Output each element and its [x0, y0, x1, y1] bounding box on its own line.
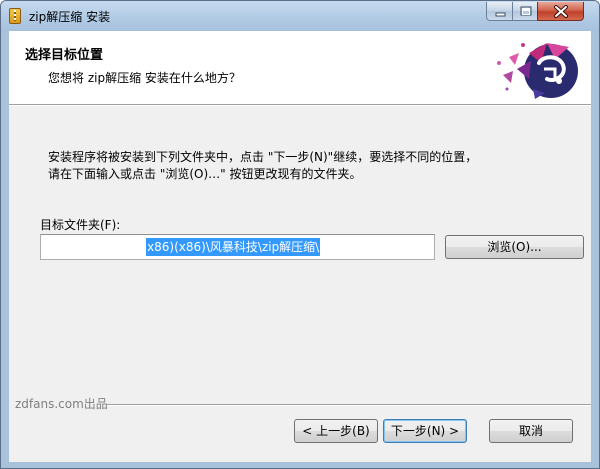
close-button[interactable] — [537, 2, 584, 21]
folder-label: 目标文件夹(F): — [40, 218, 121, 232]
folder-path-prefix: C:\Program Files — [45, 240, 147, 254]
maximize-icon — [520, 6, 532, 16]
cancel-button[interactable]: 取消 — [489, 419, 573, 443]
minimize-button[interactable] — [486, 2, 513, 21]
title-bar[interactable]: zip解压缩 安装 — [1, 1, 599, 31]
header-separator — [9, 105, 591, 106]
browse-button[interactable]: 浏览(O)... — [445, 235, 584, 259]
installer-window: zip解压缩 安装 选择目标位置 您想将 zip解压缩 安装在什么地方？ 安装程… — [0, 0, 600, 469]
wizard-header: 选择目标位置 您想将 zip解压缩 安装在什么地方？ — [9, 31, 591, 105]
next-button[interactable]: 下一步(N) > — [383, 419, 467, 443]
client-area: 选择目标位置 您想将 zip解压缩 安装在什么地方？ 安装程序将被安装到下列文件 — [9, 31, 591, 462]
instruction-line: 安装程序将被安装到下列文件夹中，点击 "下一步(N)"继续，要选择不同的位置， — [48, 150, 478, 164]
zip-archive-icon — [9, 8, 21, 24]
back-button[interactable]: < 上一步(B) — [294, 419, 378, 443]
window-title: zip解压缩 安装 — [29, 10, 111, 24]
close-icon — [554, 5, 568, 18]
page-title: 选择目标位置 — [25, 48, 104, 63]
maximize-button[interactable] — [512, 2, 538, 21]
minimize-icon — [495, 12, 506, 17]
brand-text: zdfans.com出品 — [15, 397, 108, 411]
footer-divider — [107, 404, 591, 406]
installer-logo-icon — [497, 43, 578, 99]
folder-path-input[interactable]: C:\Program Files x86)(x86)\风暴科技\zip解压缩\ — [40, 234, 435, 260]
instruction-line: 请在下面输入或点击 "浏览(O)…" 按钮更改现有的文件夹。 — [48, 167, 362, 181]
instruction-text: 安装程序将被安装到下列文件夹中，点击 "下一步(N)"继续，要选择不同的位置， … — [48, 149, 568, 183]
folder-path-selection: x86)(x86)\风暴科技\zip解压缩\ — [146, 238, 321, 256]
page-subtitle: 您想将 zip解压缩 安装在什么地方？ — [48, 71, 241, 85]
